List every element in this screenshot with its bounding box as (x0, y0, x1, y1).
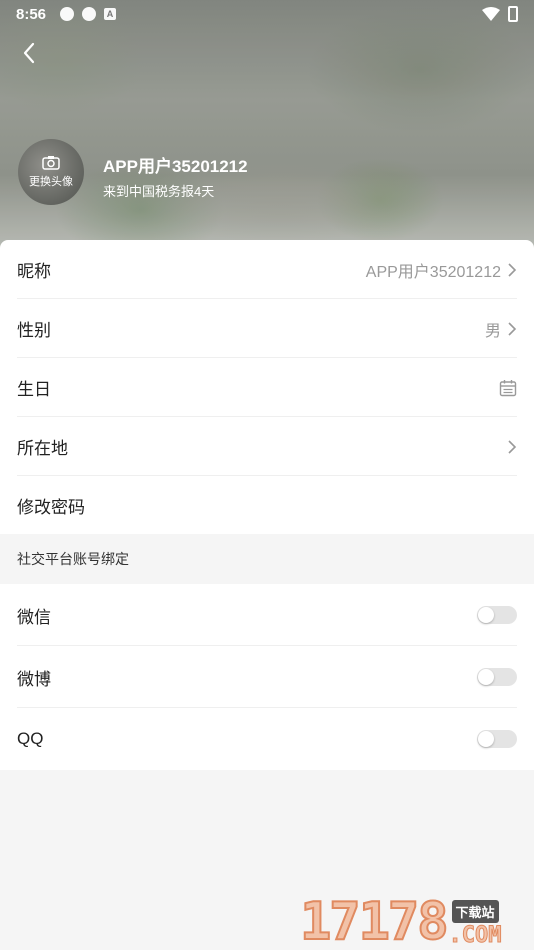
weibo-row: 微博 (0, 646, 534, 708)
weibo-toggle[interactable] (477, 668, 517, 686)
qq-toggle[interactable] (477, 730, 517, 748)
nickname-value: APP用户35201212 (365, 263, 501, 281)
change-password-row[interactable]: 修改密码 (0, 476, 534, 535)
row-label: QQ (17, 729, 44, 748)
watermark-number: 17178 (299, 892, 450, 950)
birthday-row[interactable]: 生日 (0, 358, 534, 417)
site-watermark: 17178 下载站 .COM (299, 888, 530, 950)
profile-settings-list: 昵称 APP用户35201212 性别 男 生日 所在地 修改密码 (0, 240, 534, 535)
row-label: 修改密码 (17, 498, 85, 517)
battery-icon (508, 6, 518, 22)
toggle-knob (478, 669, 494, 685)
calendar-icon (499, 379, 517, 396)
avatar-label: 更换头像 (29, 176, 73, 188)
status-time: 8:56 (16, 5, 47, 23)
font-notification-icon: A (104, 8, 117, 20)
back-button[interactable] (14, 38, 44, 68)
nickname-row[interactable]: 昵称 APP用户35201212 (0, 240, 534, 299)
profile-header-background (0, 0, 534, 250)
wechat-toggle[interactable] (477, 606, 517, 624)
row-label: 微博 (17, 669, 51, 689)
location-row[interactable]: 所在地 (0, 417, 534, 476)
chevron-right-icon (508, 262, 517, 277)
row-label: 性别 (17, 321, 51, 340)
row-label: 微信 (17, 607, 51, 627)
row-label: 生日 (17, 380, 51, 399)
notification-icons: A (60, 7, 117, 21)
toggle-knob (478, 731, 494, 747)
chevron-right-icon (508, 321, 517, 336)
avatar-change-button[interactable]: 更换头像 (18, 139, 84, 205)
username: APP用户35201212 (103, 157, 248, 176)
social-binding-header: 社交平台账号绑定 (0, 534, 534, 584)
watermark-suffix: .COM (448, 923, 502, 949)
gender-row[interactable]: 性别 男 (0, 299, 534, 358)
gender-value: 男 (484, 322, 501, 340)
toggle-knob (478, 607, 494, 623)
qq-row: QQ (0, 708, 534, 770)
watermark-tag: 下载站 (451, 900, 499, 923)
member-days: 来到中国税务报4天 (103, 184, 215, 199)
social-binding-list: 微信 微博 QQ (0, 584, 534, 770)
app-notification-icon (60, 7, 75, 21)
camera-icon (42, 156, 60, 170)
row-label: 昵称 (17, 262, 51, 281)
app-notification-icon (82, 7, 97, 21)
row-label: 所在地 (17, 439, 68, 458)
status-bar: 8:56 A (0, 0, 534, 28)
chevron-right-icon (508, 439, 517, 454)
wifi-icon (482, 7, 500, 21)
wechat-row: 微信 (0, 584, 534, 646)
chevron-left-icon (23, 42, 35, 64)
